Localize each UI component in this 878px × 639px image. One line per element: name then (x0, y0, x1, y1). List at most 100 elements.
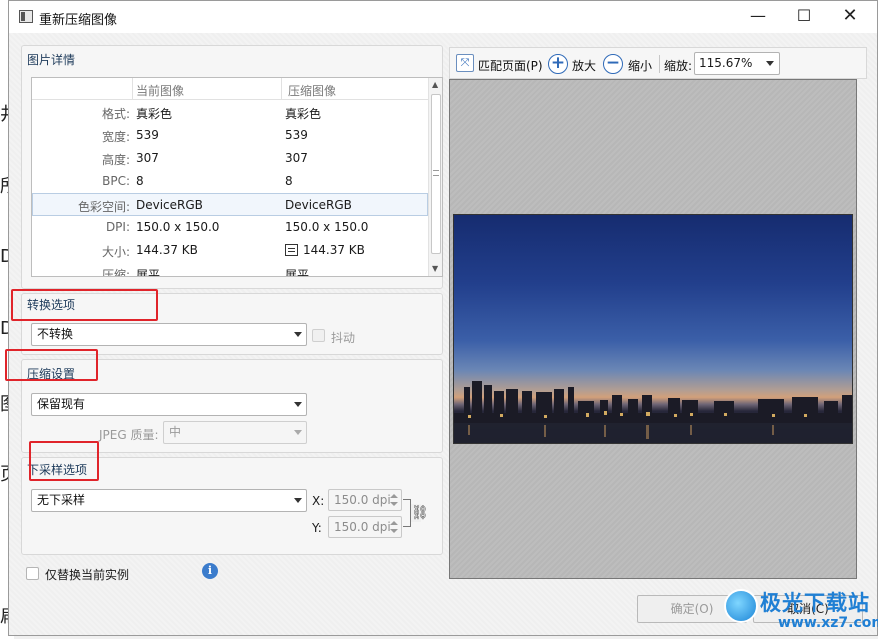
table-row: DPI: 150.0 x 150.0 150.0 x 150.0 (32, 216, 428, 239)
spin-up-icon[interactable] (390, 521, 398, 525)
link-bracket (403, 499, 411, 527)
city-skyline-graphic (454, 381, 852, 443)
file-size-icon (285, 244, 298, 256)
compressed-value: 展平 (285, 268, 310, 277)
zoom-value: 115.67% (699, 56, 753, 70)
chevron-down-icon (294, 430, 302, 435)
chevron-down-icon (294, 498, 302, 503)
row-label: 大小: (101, 245, 130, 259)
window-icon (19, 10, 33, 23)
compressed-value: DeviceRGB (285, 198, 352, 212)
compressed-value: 8 (285, 174, 293, 188)
column-divider (132, 78, 133, 100)
preview-image (453, 214, 853, 444)
row-label: DPI: (105, 220, 130, 234)
row-label: 格式: (101, 107, 130, 121)
row-label: 色彩空间: (77, 200, 130, 214)
chevron-down-icon (766, 61, 774, 66)
recompress-image-dialog: 重新压缩图像 — ☐ ✕ 图片详情 当前图像 压缩图像 格式: 真彩色 真彩色 … (5, 0, 878, 636)
table-row: 高度: 307 307 (32, 147, 428, 170)
table-row: 宽度: 539 539 (32, 124, 428, 147)
jpeg-quality-select[interactable]: 中 (163, 421, 307, 444)
watermark-logo-icon (724, 589, 758, 623)
compression-select-value: 保留现有 (37, 397, 86, 411)
table-header: 当前图像 压缩图像 (32, 78, 428, 100)
jpeg-quality-label: JPEG 质量: (99, 428, 159, 442)
table-row: 压缩: 展平 展平 (32, 262, 428, 277)
compressed-value: 150.0 x 150.0 (285, 220, 369, 234)
compression-select[interactable]: 保留现有 (31, 393, 307, 416)
table-row: 大小: 144.37 KB 144.37 KB (32, 239, 428, 262)
zoom-select[interactable]: 115.67% (694, 52, 780, 75)
x-dpi-spinbox[interactable]: 150.0 dpi (328, 489, 402, 511)
column-header-current: 当前图像 (136, 84, 185, 98)
downsample-select-value: 无下采样 (37, 493, 86, 507)
info-icon[interactable]: i (202, 563, 218, 579)
zoom-in-icon[interactable]: + (548, 54, 568, 74)
watermark-url: www.xz7.com (778, 615, 878, 631)
convert-select[interactable]: 不转换 (31, 323, 307, 346)
row-label: 宽度: (101, 130, 130, 144)
chain-link-icon[interactable]: ⛓ (411, 504, 429, 522)
fit-page-button[interactable]: 匹配页面(P) (478, 57, 543, 74)
jpeg-quality-value: 中 (169, 425, 182, 439)
convert-select-value: 不转换 (37, 327, 74, 341)
x-dpi-label: X: (312, 494, 325, 508)
y-dpi-spinbox[interactable]: 150.0 dpi (328, 516, 402, 538)
row-label: BPC: (102, 174, 130, 188)
compressed-value: 144.37 KB (303, 243, 365, 257)
spin-up-icon[interactable] (390, 494, 398, 498)
annotation-highlight-box (29, 441, 99, 481)
table-row-selected[interactable]: 色彩空间: DeviceRGB DeviceRGB (32, 193, 428, 216)
row-label: 压缩: (101, 268, 130, 277)
row-label: 高度: (101, 153, 130, 167)
current-value: 539 (136, 128, 159, 142)
y-dpi-label: Y: (312, 521, 322, 535)
y-dpi-value: 150.0 dpi (334, 520, 391, 534)
replace-current-instance-checkbox[interactable] (26, 567, 39, 580)
scroll-up-arrow-icon[interactable]: ▲ (432, 80, 438, 89)
close-button[interactable]: ✕ (827, 1, 873, 33)
scroll-down-arrow-icon[interactable]: ▼ (432, 264, 438, 273)
image-details-table[interactable]: 当前图像 压缩图像 格式: 真彩色 真彩色 宽度: 539 539 高度: 30… (31, 77, 443, 277)
spin-down-icon[interactable] (390, 529, 398, 533)
chevron-down-icon (294, 332, 302, 337)
dither-label: 抖动 (331, 331, 356, 345)
column-divider (281, 78, 282, 100)
watermark-title: 极光下载站 (760, 591, 870, 615)
scrollbar-grip-icon (433, 170, 439, 176)
dither-checkbox[interactable] (312, 329, 325, 342)
spin-down-icon[interactable] (390, 502, 398, 506)
annotation-highlight-box (11, 289, 158, 321)
skyline-silhouette (454, 381, 852, 423)
toolbar-separator (659, 55, 660, 73)
current-value: 307 (136, 151, 159, 165)
zoom-label: 缩放: (664, 59, 693, 73)
table-row: 格式: 真彩色 真彩色 (32, 101, 428, 124)
preview-toolbar: ⤧ 匹配页面(P) + 放大 − 缩小 缩放: 115.67% (449, 47, 867, 79)
image-preview-area[interactable] (449, 79, 857, 579)
table-row: BPC: 8 8 (32, 170, 428, 193)
compressed-value-cell: 144.37 KB (285, 243, 365, 257)
chevron-down-icon (294, 402, 302, 407)
zoom-out-button[interactable]: 缩小 (628, 57, 652, 74)
water-reflection (454, 423, 852, 443)
site-watermark: 极光下载站 www.xz7.com (720, 585, 878, 639)
maximize-button[interactable]: ☐ (781, 1, 827, 33)
compressed-value: 539 (285, 128, 308, 142)
x-dpi-value: 150.0 dpi (334, 493, 391, 507)
minimize-button[interactable]: — (735, 1, 781, 33)
zoom-out-icon[interactable]: − (603, 54, 623, 74)
current-value: 真彩色 (136, 107, 173, 121)
zoom-in-button[interactable]: 放大 (572, 57, 596, 74)
image-details-title: 图片详情 (27, 53, 76, 67)
compressed-value: 307 (285, 151, 308, 165)
annotation-highlight-box (5, 349, 98, 381)
dialog-body: 图片详情 当前图像 压缩图像 格式: 真彩色 真彩色 宽度: 539 539 高… (5, 33, 877, 635)
window-title: 重新压缩图像 (39, 13, 118, 28)
table-scrollbar[interactable]: ▲ ▼ (428, 78, 442, 276)
current-value: 150.0 x 150.0 (136, 220, 220, 234)
downsample-select[interactable]: 无下采样 (31, 489, 307, 512)
fit-page-icon[interactable]: ⤧ (456, 54, 474, 72)
current-value: 8 (136, 174, 144, 188)
